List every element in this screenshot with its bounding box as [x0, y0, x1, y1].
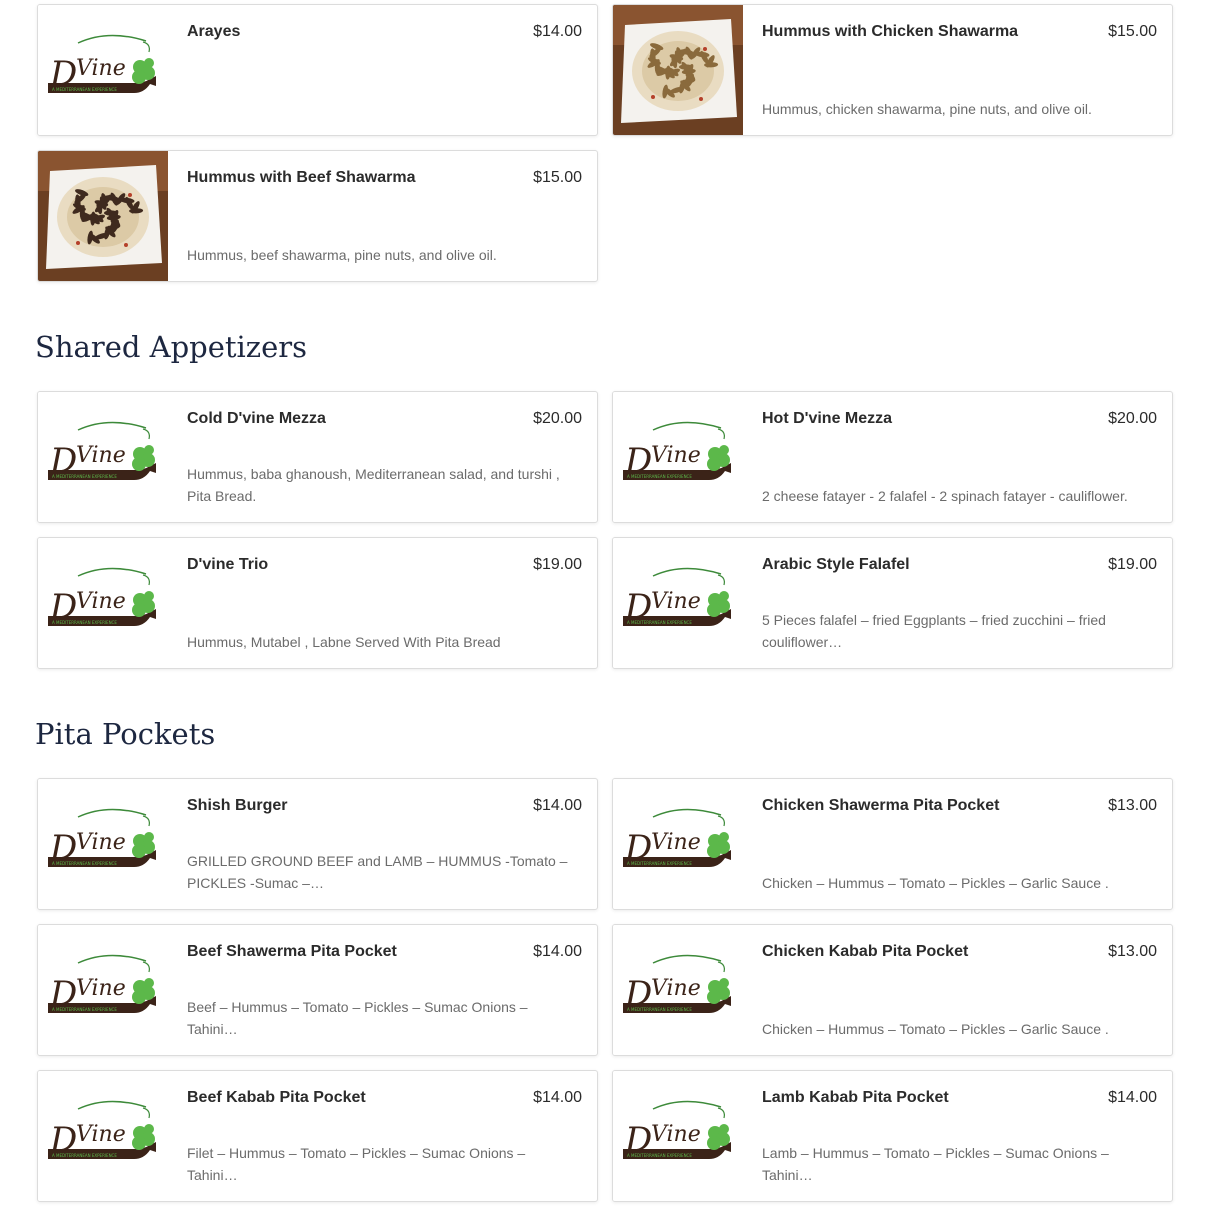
dvine-logo-image: D Vine A MEDITERRANEAN EXPERIENCE	[38, 538, 168, 668]
dvine-logo-image: D Vine A MEDITERRANEAN EXPERIENCE	[613, 925, 743, 1055]
svg-text:A MEDITERRANEAN EXPERIENCE: A MEDITERRANEAN EXPERIENCE	[627, 861, 692, 866]
svg-text:Vine: Vine	[76, 1122, 126, 1147]
dvine-logo-image: D Vine A MEDITERRANEAN EXPERIENCE	[38, 925, 168, 1055]
svg-text:A MEDITERRANEAN EXPERIENCE: A MEDITERRANEAN EXPERIENCE	[627, 1153, 692, 1158]
menu-item-description: Hummus, Mutabel , Labne Served With Pita…	[187, 634, 501, 650]
menu-item-description: Filet – Hummus – Tomato – Pickles – Suma…	[187, 1145, 526, 1183]
menu-item-name: Beef Kabab Pita Pocket	[187, 1089, 366, 1106]
dvine-logo-image: D Vine A MEDITERRANEAN EXPERIENCE	[38, 392, 168, 522]
menu-item-card[interactable]: D Vine A MEDITERRANEAN EXPERIENCE Shish …	[37, 778, 598, 910]
svg-text:A MEDITERRANEAN EXPERIENCE: A MEDITERRANEAN EXPERIENCE	[52, 1153, 117, 1158]
menu-item-description: Chicken – Hummus – Tomato – Pickles – Ga…	[762, 1021, 1109, 1037]
menu-item-card[interactable]: D Vine A MEDITERRANEAN EXPERIENCE Beef K…	[37, 1070, 598, 1202]
dvine-logo-image: D Vine A MEDITERRANEAN EXPERIENCE	[613, 779, 743, 909]
svg-text:A MEDITERRANEAN EXPERIENCE: A MEDITERRANEAN EXPERIENCE	[52, 620, 117, 625]
menu-item-name: Beef Shawerma Pita Pocket	[187, 943, 397, 960]
section-title-pita-pockets: Pita Pockets	[35, 717, 216, 751]
menu-item-name: Chicken Shawerma Pita Pocket	[762, 797, 1000, 814]
menu-item-description: Hummus, beef shawarma, pine nuts, and ol…	[187, 247, 497, 263]
menu-item-name: Hot D'vine Mezza	[762, 410, 893, 427]
menu-item-price: $14.00	[1108, 1089, 1157, 1106]
dvine-logo-image: D Vine A MEDITERRANEAN EXPERIENCE	[38, 5, 168, 135]
menu-item-description: GRILLED GROUND BEEF and LAMB – HUMMUS -T…	[187, 853, 568, 891]
menu-item-price: $19.00	[1108, 556, 1157, 573]
menu-item-description: Beef – Hummus – Tomato – Pickles – Sumac…	[187, 999, 528, 1037]
svg-text:A MEDITERRANEAN EXPERIENCE: A MEDITERRANEAN EXPERIENCE	[52, 87, 117, 92]
menu-item-name: Chicken Kabab Pita Pocket	[762, 943, 969, 960]
dvine-logo-image: D Vine A MEDITERRANEAN EXPERIENCE	[613, 538, 743, 668]
menu-item-description: 2 cheese fatayer - 2 falafel - 2 spinach…	[762, 488, 1128, 504]
svg-text:Vine: Vine	[651, 443, 701, 468]
menu-item-price: $13.00	[1108, 797, 1157, 814]
dvine-logo-image: D Vine A MEDITERRANEAN EXPERIENCE	[613, 392, 743, 522]
svg-text:Vine: Vine	[76, 443, 126, 468]
menu-item-price: $14.00	[533, 23, 582, 40]
svg-text:A MEDITERRANEAN EXPERIENCE: A MEDITERRANEAN EXPERIENCE	[627, 620, 692, 625]
menu-item-card[interactable]: D Vine A MEDITERRANEAN EXPERIENCE Arayes…	[37, 4, 598, 136]
dvine-logo-image: D Vine A MEDITERRANEAN EXPERIENCE	[38, 1071, 168, 1201]
menu-item-price: $15.00	[533, 169, 582, 186]
menu-item-description: 5 Pieces falafel – fried Eggplants – fri…	[762, 612, 1106, 650]
menu-item-price: $14.00	[533, 943, 582, 960]
beef-shawarma-photo	[38, 151, 168, 281]
chicken-shawarma-photo	[613, 5, 743, 135]
section-title-shared-appetizers: Shared Appetizers	[35, 330, 307, 364]
svg-text:A MEDITERRANEAN EXPERIENCE: A MEDITERRANEAN EXPERIENCE	[52, 861, 117, 866]
svg-text:Vine: Vine	[651, 830, 701, 855]
svg-text:Vine: Vine	[651, 976, 701, 1001]
menu-item-name: Cold D'vine Mezza	[187, 410, 326, 427]
menu-item-card[interactable]: Hummus with Beef Shawarma $15.00 Hummus,…	[37, 150, 598, 282]
svg-text:Vine: Vine	[76, 976, 126, 1001]
menu-item-price: $13.00	[1108, 943, 1157, 960]
dvine-logo-image: D Vine A MEDITERRANEAN EXPERIENCE	[38, 779, 168, 909]
menu-item-price: $20.00	[533, 410, 582, 427]
menu-item-card[interactable]: D Vine A MEDITERRANEAN EXPERIENCE D'vine…	[37, 537, 598, 669]
menu-item-description: Lamb – Hummus – Tomato – Pickles – Sumac…	[762, 1145, 1109, 1183]
svg-text:A MEDITERRANEAN EXPERIENCE: A MEDITERRANEAN EXPERIENCE	[52, 1007, 117, 1012]
menu-item-card[interactable]: D Vine A MEDITERRANEAN EXPERIENCE Cold D…	[37, 391, 598, 523]
menu-item-price: $15.00	[1108, 23, 1157, 40]
menu-item-name: Hummus with Beef Shawarma	[187, 169, 416, 186]
menu-item-name: Hummus with Chicken Shawarma	[762, 23, 1019, 40]
menu-item-price: $19.00	[533, 556, 582, 573]
menu-item-card[interactable]: Hummus with Chicken Shawarma $15.00 Humm…	[612, 4, 1173, 136]
menu-item-price: $20.00	[1108, 410, 1157, 427]
menu-item-card[interactable]: D Vine A MEDITERRANEAN EXPERIENCE Chicke…	[612, 778, 1173, 910]
svg-text:A MEDITERRANEAN EXPERIENCE: A MEDITERRANEAN EXPERIENCE	[627, 474, 692, 479]
menu-item-card[interactable]: D Vine A MEDITERRANEAN EXPERIENCE Hot D'…	[612, 391, 1173, 523]
menu-item-name: Arayes	[187, 23, 241, 40]
menu-item-card[interactable]: D Vine A MEDITERRANEAN EXPERIENCE Beef S…	[37, 924, 598, 1056]
svg-text:Vine: Vine	[76, 830, 126, 855]
menu-item-description: Hummus, baba ghanoush, Mediterranean sal…	[187, 466, 560, 504]
menu-item-price: $14.00	[533, 797, 582, 814]
menu-item-card[interactable]: D Vine A MEDITERRANEAN EXPERIENCE Lamb K…	[612, 1070, 1173, 1202]
svg-text:A MEDITERRANEAN EXPERIENCE: A MEDITERRANEAN EXPERIENCE	[627, 1007, 692, 1012]
menu-item-description: Chicken – Hummus – Tomato – Pickles – Ga…	[762, 875, 1109, 891]
menu-item-name: Arabic Style Falafel	[762, 556, 910, 573]
menu-item-name: Shish Burger	[187, 797, 288, 814]
menu-item-card[interactable]: D Vine A MEDITERRANEAN EXPERIENCE Chicke…	[612, 924, 1173, 1056]
menu-item-price: $14.00	[533, 1089, 582, 1106]
menu-item-description: Hummus, chicken shawarma, pine nuts, and…	[762, 101, 1092, 117]
menu-item-name: Lamb Kabab Pita Pocket	[762, 1089, 949, 1106]
svg-text:Vine: Vine	[76, 56, 126, 81]
menu-item-card[interactable]: D Vine A MEDITERRANEAN EXPERIENCE Arabic…	[612, 537, 1173, 669]
svg-text:Vine: Vine	[651, 1122, 701, 1147]
svg-text:A MEDITERRANEAN EXPERIENCE: A MEDITERRANEAN EXPERIENCE	[52, 474, 117, 479]
dvine-logo-image: D Vine A MEDITERRANEAN EXPERIENCE	[613, 1071, 743, 1201]
svg-text:Vine: Vine	[76, 589, 126, 614]
svg-text:Vine: Vine	[651, 589, 701, 614]
menu-item-name: D'vine Trio	[187, 556, 269, 573]
